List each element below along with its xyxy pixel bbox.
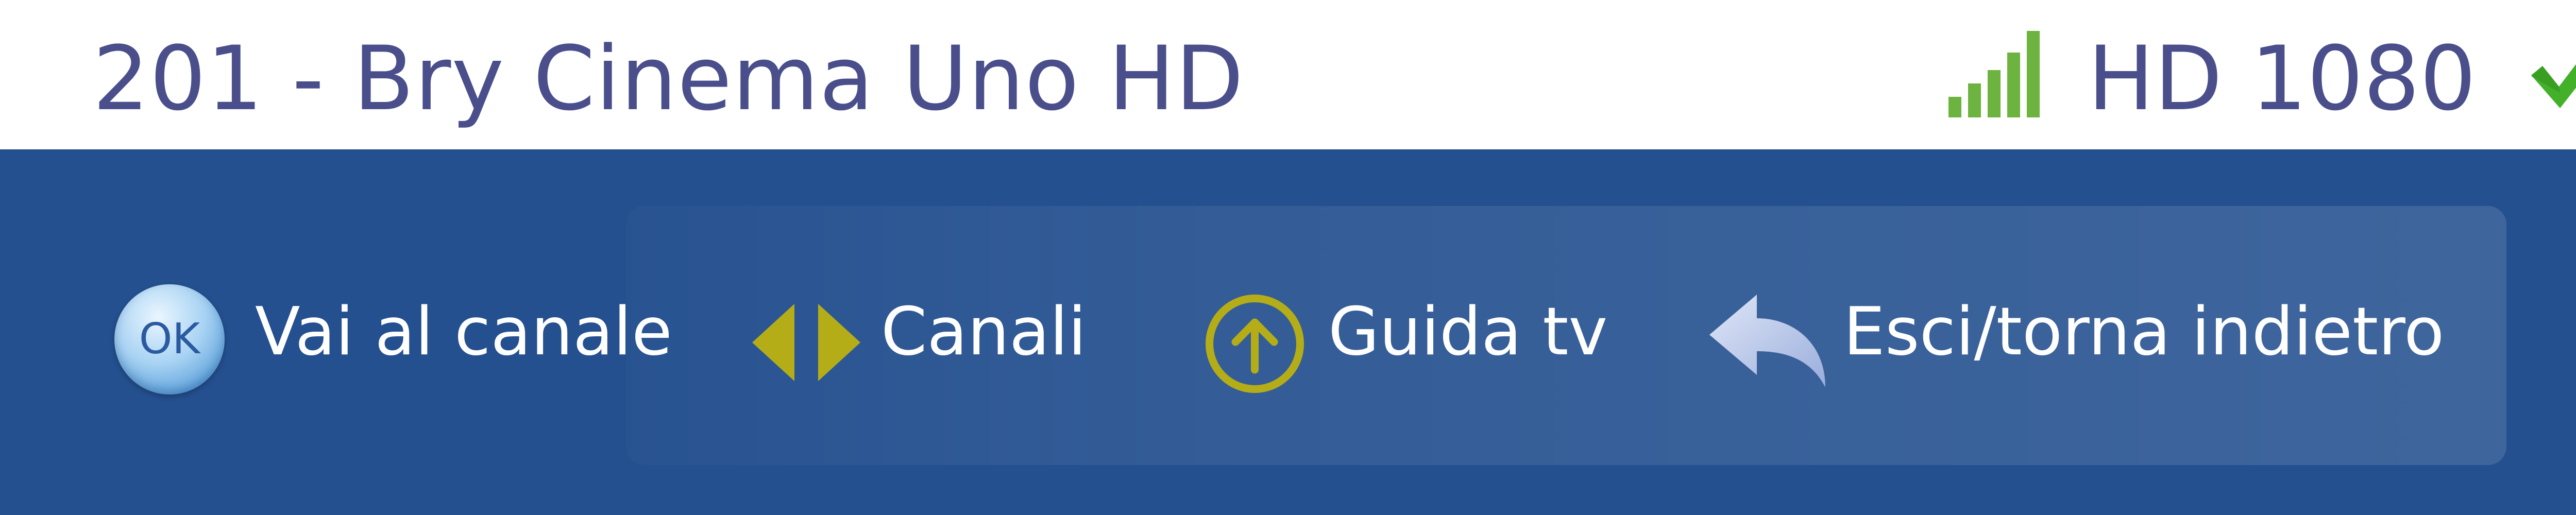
hint-exit-back: Esci/torna indietro (1843, 294, 2445, 370)
quality-label: HD 1080 (2088, 27, 2477, 130)
hint-channels: Canali (881, 294, 1087, 370)
key-hints-bar: OK Vai al canale Canali Guida tv Esci/to… (0, 149, 2576, 515)
up-arrow-circle-icon (1206, 295, 1304, 393)
ok-key-text: OK (139, 315, 200, 364)
channel-title: 201 - Bry Cinema Uno HD (93, 27, 1244, 130)
channel-header: 201 - Bry Cinema Uno HD HD 1080 (0, 0, 2576, 149)
check-icon (2531, 64, 2576, 108)
signal-strength-icon (1948, 31, 2040, 117)
hint-go-to-channel: Vai al canale (255, 294, 672, 370)
hint-tv-guide: Guida tv (1328, 294, 1608, 370)
back-arrow-icon (1709, 295, 1825, 387)
left-right-arrows-icon (752, 304, 860, 381)
ok-key-icon: OK (114, 284, 225, 394)
channel-info-overlay: 201 - Bry Cinema Uno HD HD 1080 OK Vai a… (0, 0, 2576, 515)
